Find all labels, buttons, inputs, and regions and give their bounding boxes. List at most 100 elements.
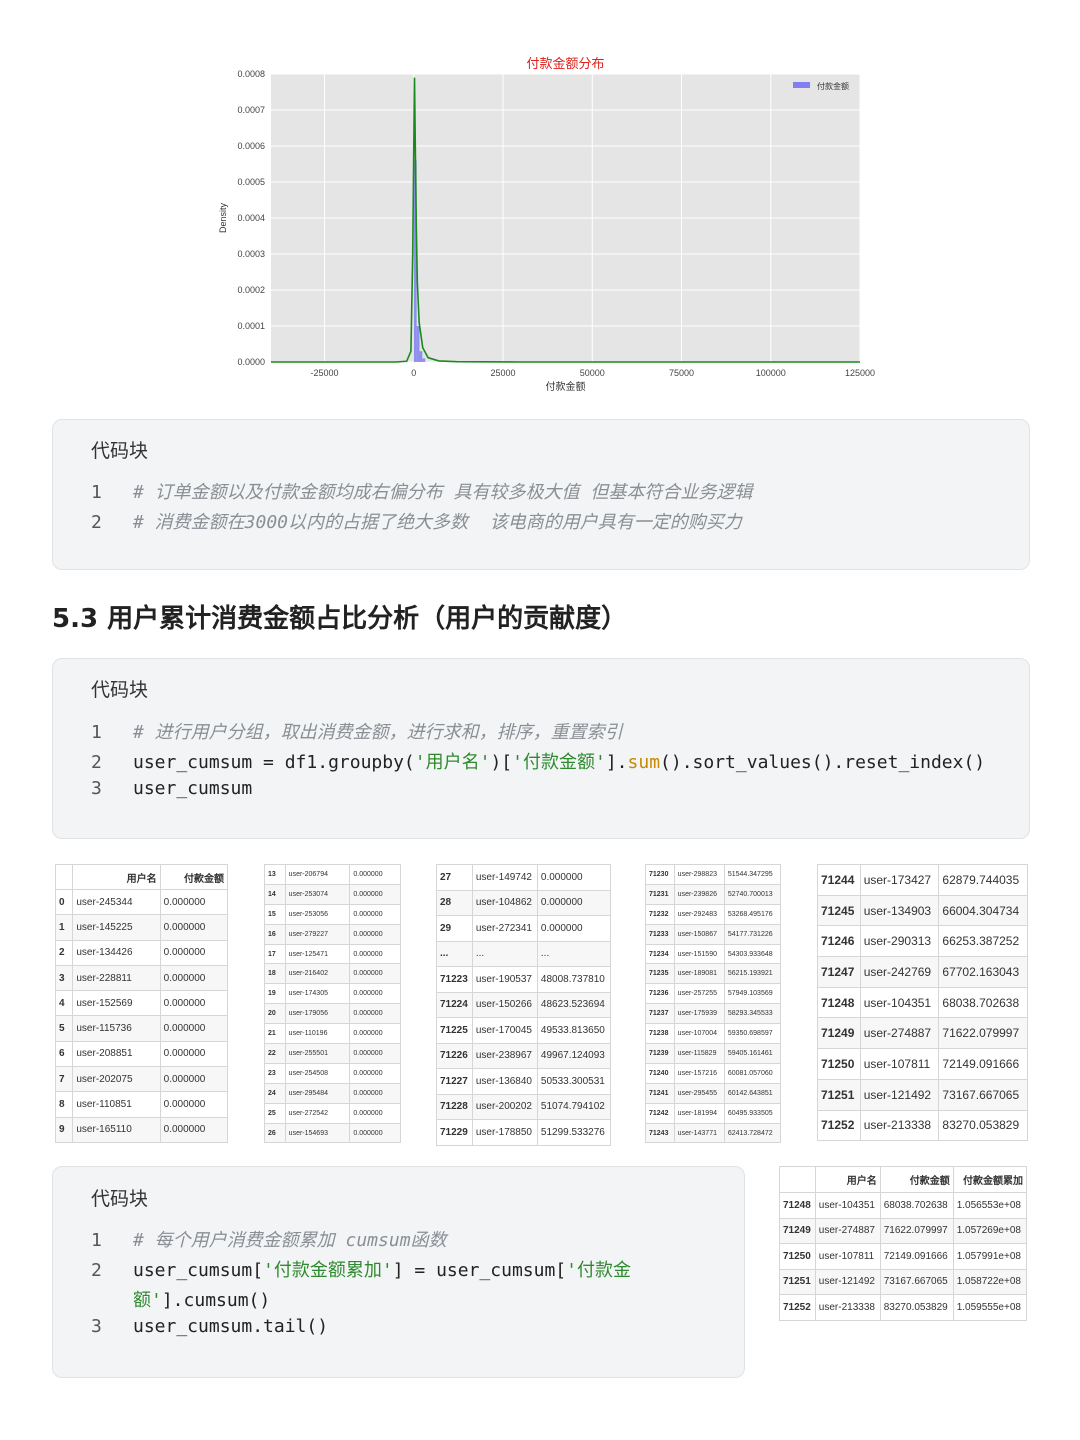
code-string: '付款金额累加' xyxy=(263,1260,393,1281)
code-text: user_cumsum[ xyxy=(133,1260,264,1281)
table-row: 71247 user-242769 67702.163043 xyxy=(817,956,1028,988)
table-row: 71250 user-107811 72149.091666 xyxy=(817,1048,1028,1080)
table-cell: 66004.304734 xyxy=(938,894,1028,927)
table-cell: 72149.091666 xyxy=(938,1048,1028,1080)
chart-title: 付款金额分布 xyxy=(526,56,604,72)
table-cell: user-295484 xyxy=(284,1082,351,1104)
table-cell: 48623.523694 xyxy=(536,991,612,1018)
x-tick-label: 125000 xyxy=(845,368,875,378)
x-tick-label: -25000 xyxy=(311,368,339,378)
table-cell: user-213338 xyxy=(859,1109,940,1142)
table-row: 71231 user-239826 52740.700013 xyxy=(645,883,782,905)
table-cell: user-104862 xyxy=(471,889,538,916)
line-number: 2 xyxy=(91,1260,102,1281)
table-cell: user-165110 xyxy=(72,1116,161,1143)
table-row: 15 user-253056 0.000000 xyxy=(264,903,401,925)
table-row: 71243 user-143771 62413.728472 xyxy=(645,1122,782,1144)
table-cell: 0.000000 xyxy=(159,914,229,941)
table-row: 21 user-110196 0.000000 xyxy=(264,1023,401,1045)
code-block-title: 代码块 xyxy=(91,679,149,701)
code-text: user_cumsum.tail() xyxy=(133,1316,329,1337)
table-cell: 1.059555e+08 xyxy=(952,1294,1028,1321)
table-cell: 1.057991e+08 xyxy=(952,1243,1028,1270)
table-row: 71223 user-190537 48008.737810 xyxy=(436,966,612,993)
table-cell: 62413.728472 xyxy=(723,1122,782,1144)
row-index: 71223 xyxy=(436,966,473,993)
table-cell: user-115736 xyxy=(72,1015,161,1042)
table-cell: 0.000000 xyxy=(349,903,401,925)
table-cell: user-216402 xyxy=(284,963,351,985)
table-cell: 52740.700013 xyxy=(723,883,782,905)
row-index: 71225 xyxy=(436,1017,473,1044)
table-cell: 0.000000 xyxy=(349,1003,401,1025)
line-number: 1 xyxy=(91,1230,102,1251)
table-cell: user-104351 xyxy=(814,1192,881,1219)
row-index: 20 xyxy=(264,1003,286,1025)
table-cell: 0.000000 xyxy=(349,1122,401,1144)
table-row: 71239 user-115829 59405.161461 xyxy=(645,1043,782,1064)
code-function: sum xyxy=(627,752,661,773)
table-cell: user-150266 xyxy=(471,991,538,1018)
table-cell: 83270.053829 xyxy=(879,1294,954,1321)
table-cell: 0.000000 xyxy=(349,1082,401,1104)
table-cell: user-121492 xyxy=(814,1268,881,1295)
table-cell: user-157216 xyxy=(673,1062,725,1084)
table-row: 71249 user-274887 71622.079997 1.057269e+08 xyxy=(779,1217,1028,1244)
code-block-2: 代码块 1 # 进行用户分组，取出消费金额，进行求和，排序，重置索引 2 user_… xyxy=(52,658,1030,839)
code-comment: # 进行用户分组，取出消费金额，进行求和，排序，重置索引 xyxy=(133,722,623,743)
row-index: 71233 xyxy=(645,923,675,945)
code-line-1: 1 # 进行用户分组，取出消费金额，进行求和，排序，重置索引 xyxy=(91,718,623,744)
table-cell: 83270.053829 xyxy=(938,1109,1028,1142)
table-header: 付款金额累加 xyxy=(952,1166,1028,1193)
row-index: 0 xyxy=(54,888,74,916)
table-cell: user-107811 xyxy=(859,1048,940,1080)
row-index: 21 xyxy=(264,1023,286,1045)
dataframe-table-3: 27 user-149742 0.000000 28 user-104862 0.0000… xyxy=(436,864,612,1146)
table-cell: user-174305 xyxy=(284,983,351,1005)
table-cell: user-290313 xyxy=(859,925,940,958)
table-cell: user-149742 xyxy=(471,864,538,891)
code-text: ] = user_cumsum[ xyxy=(392,1260,567,1281)
table-row: 26 user-154693 0.000000 xyxy=(264,1122,401,1144)
row-index: 18 xyxy=(264,963,286,985)
section-heading: 5.3 用户累计消费金额占比分析（用户的贡献度） xyxy=(52,604,628,634)
y-axis-label: Density xyxy=(218,202,228,233)
code-comment: # 订单金额以及付款金额均成右偏分布 具有较多极大值 但基本符合业务逻辑 xyxy=(133,482,753,503)
table-row: 27 user-149742 0.000000 xyxy=(436,864,612,891)
table-row: 71225 user-170045 49533.813650 xyxy=(436,1017,612,1044)
table-cell: 0.000000 xyxy=(349,1023,401,1045)
table-cell: user-242769 xyxy=(859,956,940,988)
line-number: 2 xyxy=(91,752,102,773)
table-cell: user-173427 xyxy=(859,864,940,896)
table-cell: user-257255 xyxy=(673,983,725,1005)
table-row: 71240 user-157216 60081.057060 xyxy=(645,1062,782,1084)
row-index: 71238 xyxy=(645,1023,675,1045)
row-index: 8 xyxy=(54,1091,74,1118)
row-index: 29 xyxy=(436,915,473,942)
dataframe-table-5: 71244 user-173427 62879.744035 71245 user-13… xyxy=(817,864,1028,1142)
code-comment: # 每个用户消费金额累加 cumsum函数 xyxy=(133,1230,447,1251)
row-index: 71231 xyxy=(645,883,675,905)
table-cell: 0.000000 xyxy=(349,883,401,905)
table-cell: user-181994 xyxy=(673,1102,725,1124)
table-cell: 59350.698597 xyxy=(723,1023,782,1045)
code-line-2: 2 user_cumsum = df1.groupby('用户名')['付款金额'… xyxy=(91,748,985,774)
table-row: 71229 user-178850 51299.533276 xyxy=(436,1119,612,1146)
y-tick-label: 0.0002 xyxy=(237,285,265,295)
table-row: 8 user-110851 0.000000 xyxy=(54,1091,229,1118)
table-row: 71252 user-213338 83270.053829 xyxy=(817,1109,1028,1142)
table-row: 2 user-134426 0.000000 xyxy=(54,939,229,966)
table-cell: 49533.813650 xyxy=(536,1017,612,1044)
code-text: ]. xyxy=(605,752,628,773)
table-cell: ... xyxy=(471,940,538,967)
table-cell: 0.000000 xyxy=(159,1116,229,1143)
table-cell: 50533.300531 xyxy=(536,1068,612,1095)
table-row: 71251 user-121492 73167.667065 xyxy=(817,1078,1028,1111)
table-header xyxy=(54,864,74,890)
table-cell: user-189081 xyxy=(673,963,725,985)
table-cell: 0.000000 xyxy=(536,864,612,891)
table-row: 22 user-255501 0.000000 xyxy=(264,1043,401,1064)
table-cell: 51074.794102 xyxy=(536,1093,612,1120)
row-index: 25 xyxy=(264,1102,286,1124)
y-tick-label: 0.0006 xyxy=(237,141,265,151)
